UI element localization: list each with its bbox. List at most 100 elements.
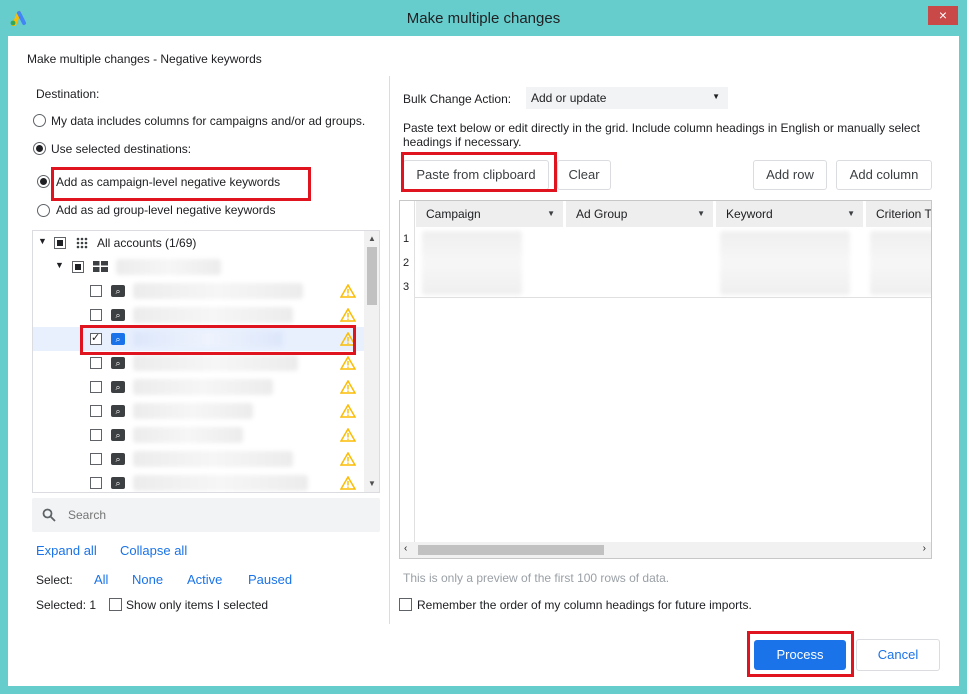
account-checkbox[interactable] (90, 477, 102, 489)
redacted-cells (720, 231, 850, 295)
caret-down-icon[interactable]: ▼ (38, 236, 47, 246)
account-checkbox[interactable] (90, 285, 102, 297)
scroll-right-icon[interactable]: › (923, 543, 926, 554)
radio-adgroup-level[interactable] (37, 204, 50, 217)
select-active-link[interactable]: Active (187, 572, 222, 587)
dialog-subtitle: Make multiple changes - Negative keyword… (27, 52, 262, 66)
warning-icon (340, 284, 356, 298)
warning-icon (340, 452, 356, 466)
redacted-account-name (133, 355, 298, 371)
redacted-account-name (116, 259, 221, 275)
scroll-up-icon[interactable]: ▲ (364, 232, 379, 246)
column-header-criterion-type[interactable]: Criterion T (866, 201, 932, 227)
highlight-selected-account (80, 325, 356, 355)
search-input[interactable] (66, 506, 366, 524)
account-checkbox[interactable] (90, 357, 102, 369)
manager-checkbox[interactable] (72, 261, 84, 273)
account-checkbox[interactable] (90, 381, 102, 393)
panel-divider (389, 76, 390, 624)
search-campaign-icon: ⌕ (111, 405, 125, 417)
tree-row-account[interactable]: ⌕ (33, 471, 364, 492)
column-header-label: Campaign (426, 207, 481, 221)
select-none-link[interactable]: None (132, 572, 163, 587)
show-only-selected-label: Show only items I selected (126, 598, 269, 612)
bulk-instructions: Paste text below or edit directly in the… (403, 121, 920, 149)
clear-button[interactable]: Clear (557, 160, 611, 190)
radio-selected-destinations[interactable] (33, 142, 46, 155)
collapse-all-link[interactable]: Collapse all (120, 543, 187, 558)
tree-row-manager[interactable]: ▼ (33, 255, 364, 279)
account-tree: ▼ All accounts (1/69) ▼ ⌕ ⌕ ✓ ⌕ ⌕ ⌕ ⌕ ⌕ … (32, 230, 380, 493)
manager-account-icon (93, 261, 108, 272)
highlight-campaign-level (51, 167, 311, 201)
bulk-action-label: Bulk Change Action: (403, 92, 512, 106)
bulk-action-dropdown[interactable]: Add or update ▼ (526, 87, 728, 109)
select-paused-link[interactable]: Paused (248, 572, 292, 587)
tree-scroll-thumb[interactable] (367, 247, 377, 305)
tree-row-account[interactable]: ⌕ (33, 279, 364, 303)
close-button[interactable]: × (928, 6, 958, 25)
tree-row-account[interactable]: ⌕ (33, 399, 364, 423)
remember-order-checkbox[interactable] (399, 598, 412, 611)
window-title: Make multiple changes (406, 10, 561, 27)
show-only-selected-checkbox[interactable] (109, 598, 122, 611)
tree-root-label: All accounts (1/69) (97, 236, 197, 250)
expand-all-link[interactable]: Expand all (36, 543, 97, 558)
row-divider (415, 297, 931, 298)
redacted-account-name (133, 307, 293, 323)
tree-scrollbar[interactable]: ▲ ▼ (364, 231, 379, 492)
column-menu-icon[interactable]: ▼ (547, 201, 555, 227)
search-campaign-icon: ⌕ (111, 309, 125, 321)
warning-icon (340, 308, 356, 322)
column-header-keyword[interactable]: Keyword ▼ (716, 201, 864, 227)
column-header-campaign[interactable]: Campaign ▼ (416, 201, 564, 227)
row-number: 3 (403, 281, 410, 293)
search-campaign-icon: ⌕ (111, 429, 125, 441)
account-checkbox[interactable] (90, 309, 102, 321)
row-number: 2 (403, 257, 410, 269)
bulk-action-value: Add or update (531, 91, 607, 105)
caret-down-icon[interactable]: ▼ (55, 260, 64, 270)
search-campaign-icon: ⌕ (111, 285, 125, 297)
preview-note: This is only a preview of the first 100 … (403, 571, 670, 585)
tree-search[interactable] (32, 498, 380, 532)
column-header-label: Ad Group (576, 207, 628, 221)
add-column-button[interactable]: Add column (836, 160, 932, 190)
column-menu-icon[interactable]: ▼ (847, 201, 855, 227)
grid-scroll-thumb[interactable] (418, 545, 604, 555)
cancel-button[interactable]: Cancel (856, 639, 940, 671)
grid-horizontal-scrollbar[interactable]: ‹ › (400, 542, 931, 558)
data-grid: Campaign ▼ Ad Group ▼ Keyword ▼ Criterio… (399, 200, 932, 559)
search-campaign-icon: ⌕ (111, 381, 125, 393)
column-header-label: Criterion T (876, 207, 932, 221)
tree-row-root[interactable]: ▼ All accounts (1/69) (33, 231, 364, 255)
search-campaign-icon: ⌕ (111, 357, 125, 369)
radio-data-columns[interactable] (33, 114, 46, 127)
search-campaign-icon: ⌕ (111, 453, 125, 465)
tree-row-account[interactable]: ⌕ (33, 303, 364, 327)
redacted-account-name (133, 403, 253, 419)
account-checkbox[interactable] (90, 405, 102, 417)
root-checkbox[interactable] (54, 237, 66, 249)
tree-row-account[interactable]: ⌕ (33, 447, 364, 471)
column-menu-icon[interactable]: ▼ (697, 201, 705, 227)
tree-row-account[interactable]: ⌕ (33, 423, 364, 447)
account-checkbox[interactable] (90, 453, 102, 465)
column-header-ad-group[interactable]: Ad Group ▼ (566, 201, 714, 227)
title-bar: Make multiple changes × (0, 0, 967, 36)
redacted-cells (870, 231, 931, 295)
scroll-down-icon[interactable]: ▼ (364, 477, 379, 491)
tree-row-account[interactable]: ⌕ (33, 375, 364, 399)
add-row-button[interactable]: Add row (753, 160, 827, 190)
radio-campaign-level[interactable] (37, 175, 50, 188)
highlight-paste (401, 152, 557, 192)
scroll-left-icon[interactable]: ‹ (404, 543, 407, 554)
account-checkbox[interactable] (90, 429, 102, 441)
warning-icon (340, 404, 356, 418)
redacted-cells (422, 231, 522, 295)
destination-label: Destination: (36, 87, 100, 101)
select-all-link[interactable]: All (94, 572, 108, 587)
search-icon (42, 508, 56, 522)
redacted-account-name (133, 427, 243, 443)
dropdown-caret-icon: ▼ (712, 92, 720, 101)
